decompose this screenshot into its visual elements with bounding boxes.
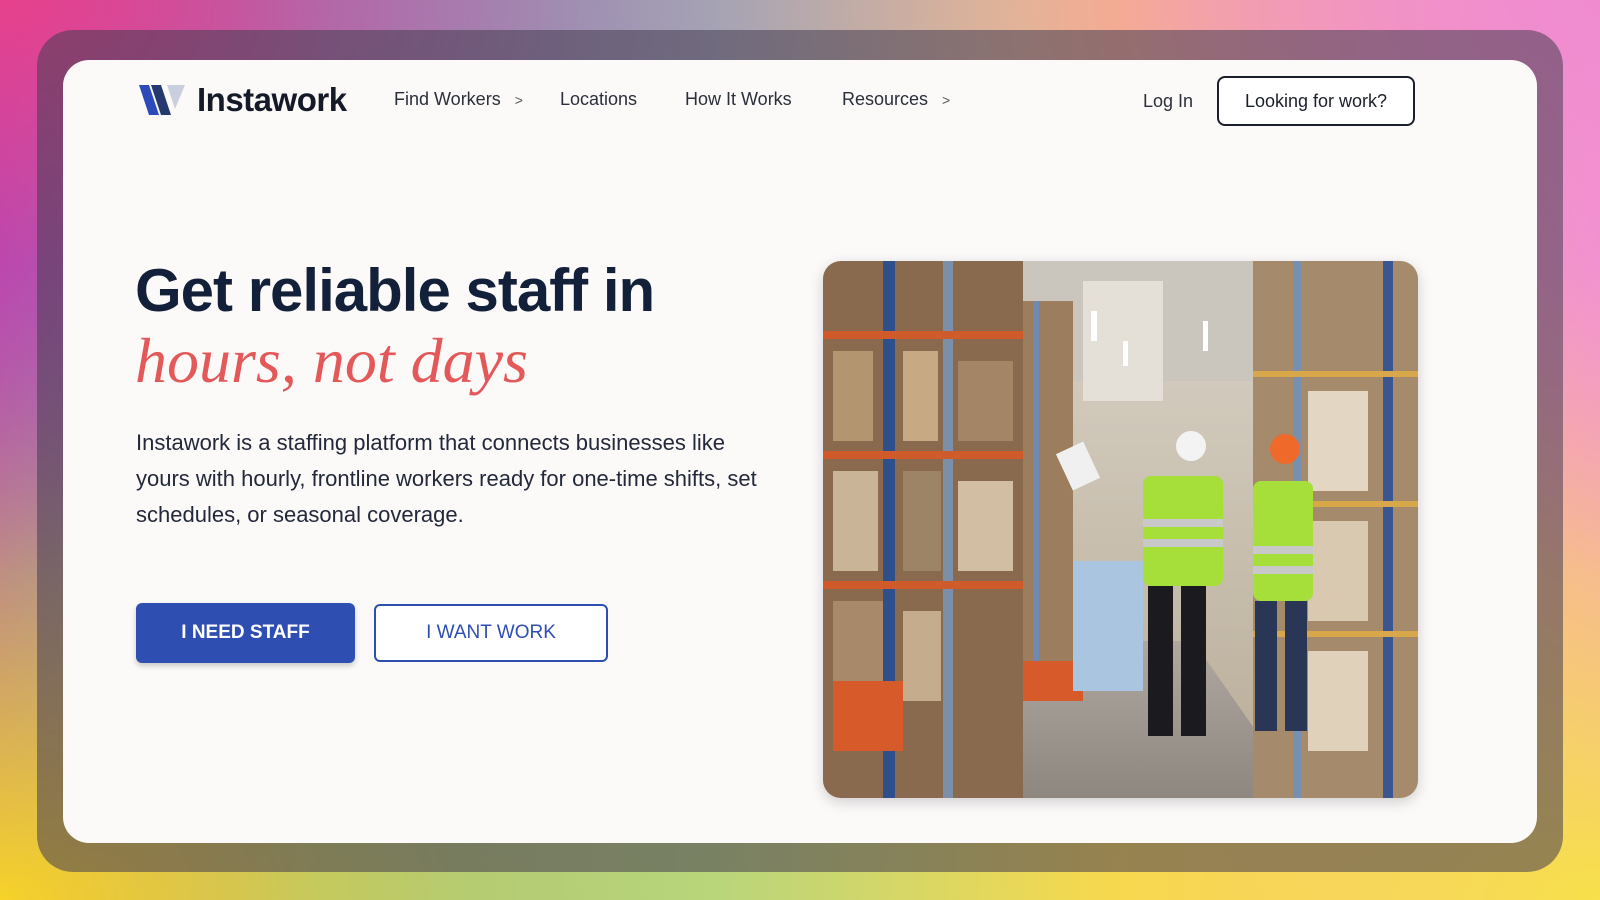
looking-for-work-button[interactable]: Looking for work? <box>1217 76 1415 126</box>
nav-find-workers[interactable]: Find Workers > <box>394 89 529 110</box>
warehouse-workers-photo <box>823 261 1418 798</box>
main-nav: Find Workers > Locations How It Works Re… <box>394 89 950 110</box>
need-staff-button[interactable]: I NEED STAFF <box>136 603 355 663</box>
instawork-logo-icon <box>139 85 185 115</box>
nav-locations-label: Locations <box>560 89 638 109</box>
nav-locations[interactable]: Locations <box>560 89 655 110</box>
chevron-right-icon: > <box>514 91 523 108</box>
want-work-button[interactable]: I WANT WORK <box>374 604 608 662</box>
nav-resources-label: Resources <box>842 89 929 109</box>
page-card: Instawork Find Workers > Locations How I… <box>63 60 1537 843</box>
hero-description: Instawork is a staffing platform that co… <box>136 430 757 527</box>
chevron-right-icon: > <box>942 91 951 108</box>
nav-how-it-works[interactable]: How It Works <box>685 89 810 110</box>
nav-resources[interactable]: Resources > <box>842 89 950 110</box>
hero-headline-accent: hours, not days <box>135 325 528 396</box>
nav-find-workers-label: Find Workers <box>394 89 501 109</box>
warehouse-illustration <box>823 261 1418 798</box>
nav-how-it-works-label: How It Works <box>685 89 792 109</box>
logo[interactable]: Instawork <box>137 81 347 119</box>
hero-headline: Get reliable staff in <box>135 257 655 324</box>
brand-name: Instawork <box>197 81 347 118</box>
login-link[interactable]: Log In <box>1143 91 1193 112</box>
